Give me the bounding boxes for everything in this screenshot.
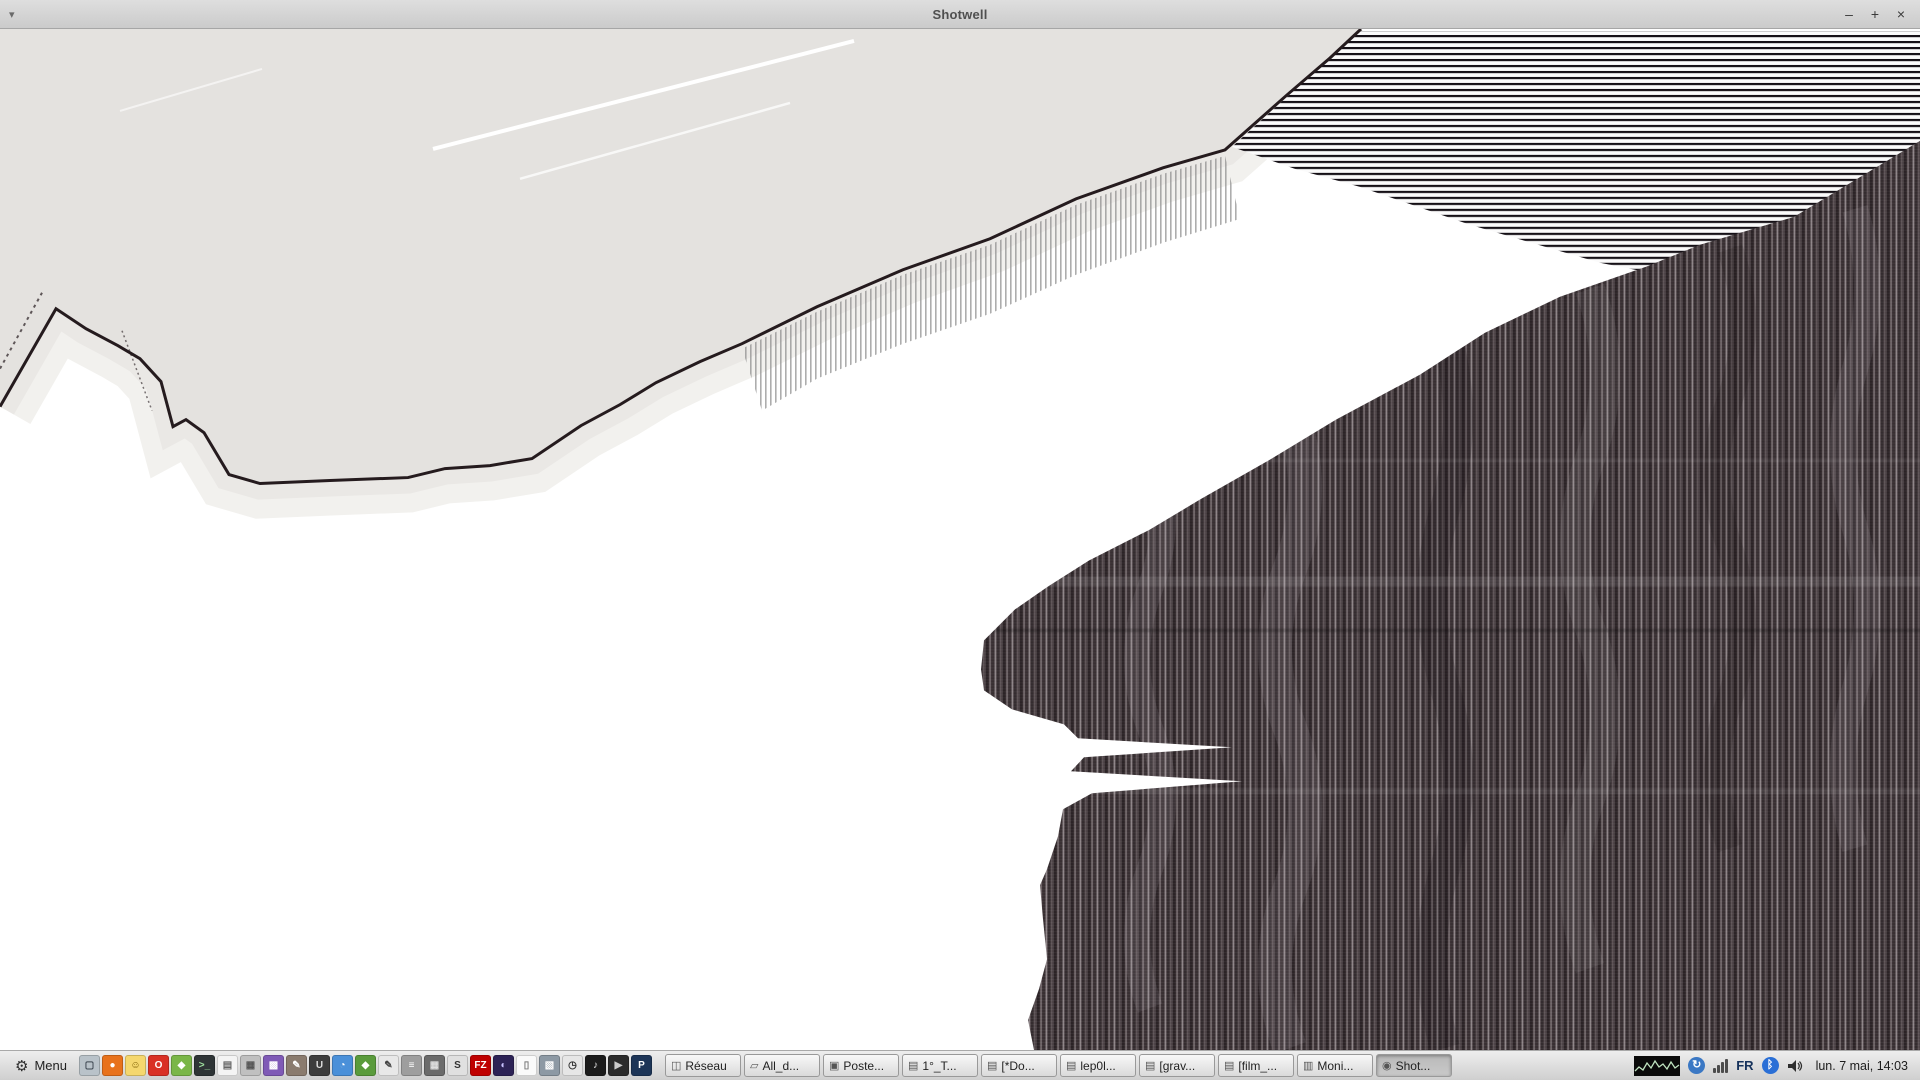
window-button-lep0l[interactable]: ▤ lep0l... (1060, 1054, 1136, 1077)
p-app-icon[interactable]: P (631, 1055, 652, 1076)
document-icon: ▤ (908, 1059, 918, 1072)
clock-app-icon[interactable]: ◷ (562, 1055, 583, 1076)
window-button-label: [grav... (1159, 1059, 1195, 1073)
window-button-label: [film_... (1238, 1059, 1277, 1073)
window-button-label: Réseau (685, 1059, 726, 1073)
window-menu-icon[interactable]: ▾ (9, 8, 15, 21)
stylus-app-icon[interactable]: S (447, 1055, 468, 1076)
package-manager-icon[interactable]: ▩ (263, 1055, 284, 1076)
document-icon: ▤ (1066, 1059, 1076, 1072)
inkscape-icon[interactable]: ◆ (355, 1055, 376, 1076)
close-button[interactable]: × (1892, 5, 1910, 23)
window-button-poste[interactable]: ▣ Poste... (823, 1054, 899, 1077)
clock[interactable]: lun. 7 mai, 14:03 (1810, 1059, 1914, 1073)
menu-label: Menu (34, 1058, 67, 1073)
window-controls: –+ × (1840, 5, 1920, 23)
document-icon: ▤ (987, 1059, 997, 1072)
filezilla-icon[interactable]: FZ (470, 1055, 491, 1076)
window-list: ◫ Réseau ▱ All_d... ▣ Poste... ▤ 1°_T... ▤ [*Do..… (665, 1054, 1452, 1077)
text-editor-icon[interactable]: ▤ (217, 1055, 238, 1076)
show-desktop-icon[interactable]: ▢ (79, 1055, 100, 1076)
window-button-shotwell[interactable]: ◉ Shot... (1376, 1054, 1452, 1077)
calculator-icon[interactable]: ▦ (424, 1055, 445, 1076)
pencil-app-icon[interactable]: ✎ (378, 1055, 399, 1076)
image-viewer-icon[interactable]: ▧ (539, 1055, 560, 1076)
keyboard-layout-indicator[interactable]: FR (1736, 1059, 1753, 1072)
window-button-label: All_d... (762, 1059, 799, 1073)
folder-icon: ▱ (750, 1059, 758, 1072)
network-places-icon: ◫ (671, 1059, 681, 1072)
window-button-label: 1°_T... (922, 1059, 956, 1073)
window-button-1-t[interactable]: ▤ 1°_T... (902, 1054, 978, 1077)
firefox-icon[interactable]: ● (102, 1055, 123, 1076)
eclipse-icon[interactable]: ◐ (493, 1055, 514, 1076)
maximize-button[interactable]: + (1866, 5, 1884, 23)
minimize-button[interactable]: – (1840, 5, 1858, 23)
files-icon[interactable]: ▦ (240, 1055, 261, 1076)
window-button-label: Moni... (1317, 1059, 1353, 1073)
network-signal-icon[interactable] (1713, 1058, 1728, 1073)
window-button-grav[interactable]: ▤ [grav... (1139, 1054, 1215, 1077)
window-button-label: lep0l... (1080, 1059, 1115, 1073)
window-button-label: Shot... (1396, 1059, 1431, 1073)
system-tray: ↻ FR ᛒ (1630, 1056, 1806, 1076)
window-button-label: [*Do... (1001, 1059, 1034, 1073)
window-button-do[interactable]: ▤ [*Do... (981, 1054, 1057, 1077)
menu-icon: ⚙ (15, 1057, 28, 1075)
gimp-icon[interactable]: ✎ (286, 1055, 307, 1076)
chromium-icon[interactable]: ◔ (332, 1055, 353, 1076)
media-player-icon[interactable]: ♪ (585, 1055, 606, 1076)
launcher-strip: ▢●☺O◆>_▤▦▩✎U◔◆✎≡▦SFZ◐▯▧◷♪▶P (79, 1055, 652, 1076)
window-title: Shotwell (0, 7, 1920, 22)
taskbar: ⚙ Menu ▢●☺O◆>_▤▦▩✎U◔◆✎≡▦SFZ◐▯▧◷♪▶P ◫Rése… (0, 1050, 1920, 1080)
cursor-tool-icon[interactable]: ▶ (608, 1055, 629, 1076)
software-manager-icon[interactable]: ◆ (171, 1055, 192, 1076)
computer-icon: ▣ (829, 1059, 839, 1072)
bluetooth-icon[interactable]: ᛒ (1762, 1057, 1779, 1074)
window-button-film[interactable]: ▤ [film_... (1218, 1054, 1294, 1077)
volume-icon[interactable] (1787, 1058, 1803, 1074)
glitched-photo-canvas (0, 29, 1920, 1050)
terminal-icon[interactable]: >_ (194, 1055, 215, 1076)
monitor-icon: ▥ (1303, 1059, 1313, 1072)
pidgin-icon[interactable]: ☺ (125, 1055, 146, 1076)
window-button-moni[interactable]: ▥ Moni... (1297, 1054, 1373, 1077)
document-icon: ▤ (1145, 1059, 1155, 1072)
opera-icon[interactable]: O (148, 1055, 169, 1076)
document-icon: ▤ (1224, 1059, 1234, 1072)
archive-icon[interactable]: ≡ (401, 1055, 422, 1076)
window-button-all-d[interactable]: ▱ All_d... (744, 1054, 820, 1077)
window-button-label: Poste... (843, 1059, 884, 1073)
menu-button[interactable]: ⚙ Menu (6, 1054, 76, 1078)
shotwell-window: ▾ Shotwell –+ × (0, 0, 1920, 1050)
shotwell-icon: ◉ (1382, 1059, 1392, 1072)
window-button-reseau[interactable]: ◫ Réseau (665, 1054, 741, 1077)
window-content (0, 29, 1920, 1050)
titlebar[interactable]: ▾ Shotwell –+ × (0, 0, 1920, 29)
system-monitor-applet[interactable] (1634, 1056, 1680, 1076)
update-manager-icon[interactable]: ↻ (1688, 1057, 1705, 1074)
unity-icon[interactable]: U (309, 1055, 330, 1076)
notepad-icon[interactable]: ▯ (516, 1055, 537, 1076)
